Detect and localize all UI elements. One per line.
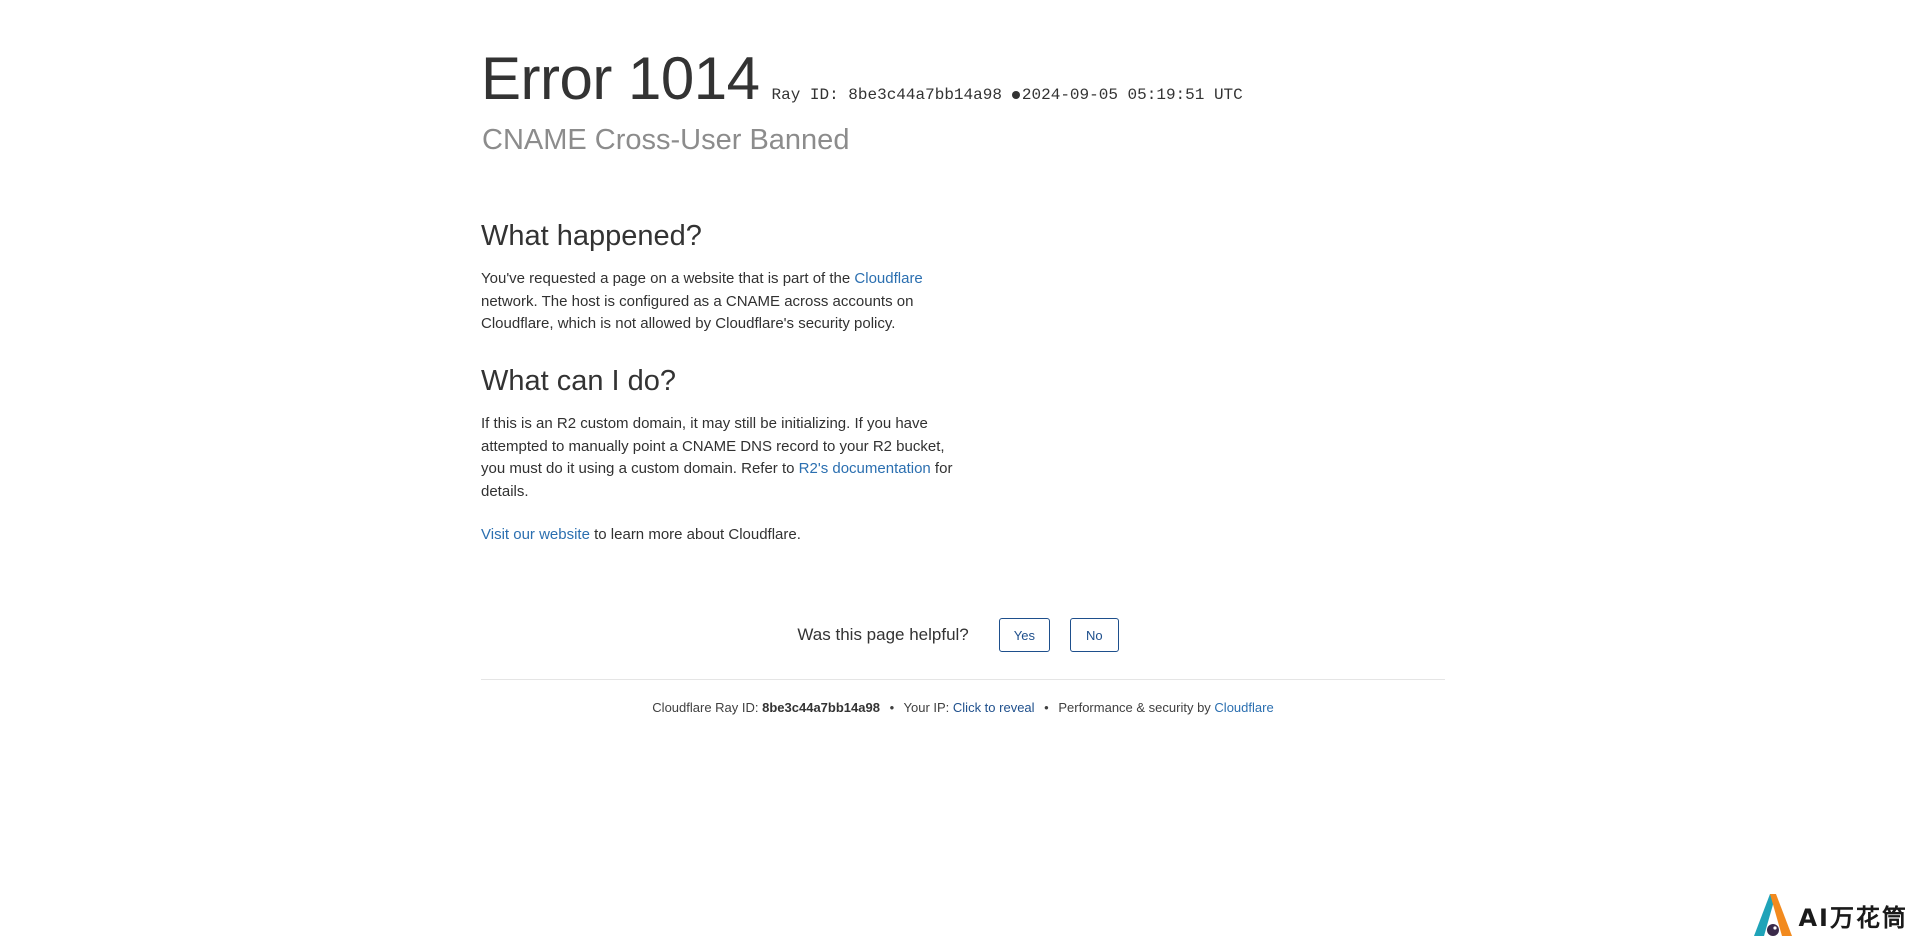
error-title: Error 1014: [481, 45, 760, 112]
what-happened-text-1: You've requested a page on a website tha…: [481, 270, 855, 287]
footer-cloudflare-link[interactable]: Cloudflare: [1214, 700, 1273, 715]
footer-separator: •: [1044, 700, 1049, 715]
footer-ray-label: Cloudflare Ray ID:: [652, 700, 763, 715]
footer-perf-label: Performance & security by: [1058, 700, 1215, 715]
watermark-logo-icon: [1754, 894, 1793, 936]
feedback-no-button[interactable]: No: [1069, 618, 1119, 652]
what-can-i-do-paragraph: If this is an R2 custom domain, it may s…: [481, 413, 971, 503]
visit-text: to learn more about Cloudflare.: [589, 526, 801, 543]
footer-ray-id: 8be3c44a7bb14a98: [762, 700, 880, 715]
visit-paragraph: Visit our website to learn more about Cl…: [481, 524, 971, 547]
bullet-separator: [1011, 91, 1020, 99]
error-page: Error 1014 Ray ID: 8be3c44a7bb14a98 2024…: [0, 0, 1920, 941]
watermark: AI万花筒: [1752, 889, 1908, 941]
error-subtitle: CNAME Cross-User Banned: [482, 124, 850, 156]
cloudflare-link[interactable]: Cloudflare: [854, 270, 922, 287]
what-happened-heading: What happened?: [481, 220, 702, 252]
timestamp-text: 2024-09-05 05:19:51 UTC: [1021, 86, 1243, 104]
main-container: Error 1014 Ray ID: 8be3c44a7bb14a98 2024…: [481, 40, 1445, 715]
what-happened-paragraph: You've requested a page on a website tha…: [481, 268, 971, 336]
error-header: Error 1014 Ray ID: 8be3c44a7bb14a98 2024…: [481, 40, 1445, 118]
footer-ip-label: Your IP:: [903, 700, 953, 715]
footer-divider: [481, 679, 1445, 680]
feedback-question: Was this page helpful?: [797, 625, 969, 644]
what-can-i-do-heading: What can I do?: [481, 365, 677, 397]
watermark-text: AI万花筒: [1798, 903, 1908, 932]
ray-id-text: Ray ID: 8be3c44a7bb14a98: [771, 86, 1002, 104]
feedback-bar: Was this page helpful? Yes No: [481, 618, 1445, 652]
feedback-yes-button[interactable]: Yes: [998, 618, 1050, 652]
footer-separator: •: [889, 700, 895, 715]
r2-documentation-link[interactable]: R2's documentation: [799, 460, 931, 477]
what-happened-text-2: network. The host is configured as a CNA…: [481, 292, 914, 333]
visit-website-link[interactable]: Visit our website: [481, 526, 590, 543]
footer: Cloudflare Ray ID: 8be3c44a7bb14a98 • Yo…: [481, 700, 1445, 715]
reveal-ip-link[interactable]: Click to reveal: [953, 700, 1035, 715]
